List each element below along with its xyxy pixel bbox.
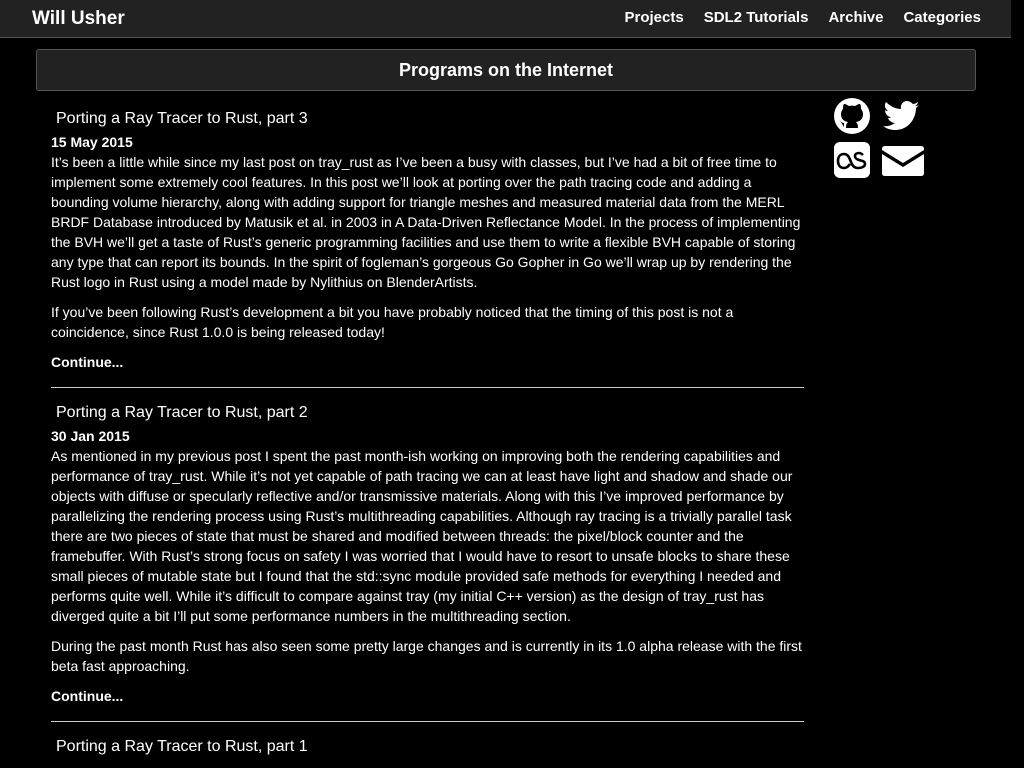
post-excerpt: As mentioned in my previous post I spent… [51, 448, 793, 624]
github-icon[interactable] [833, 97, 871, 135]
post-date: 30 Jan 2015 [51, 428, 130, 444]
post: Porting a Ray Tracer to Rust, part 2 30 … [51, 402, 804, 706]
post-excerpt: During the past month Rust has also seen… [51, 638, 802, 674]
post-date: 15 May 2015 [51, 134, 133, 150]
post: Porting a Ray Tracer to Rust, part 3 15 … [51, 108, 804, 372]
twitter-icon[interactable] [881, 97, 921, 135]
post-title[interactable]: Porting a Ray Tracer to Rust, part 1 [56, 736, 804, 758]
post-list: Porting a Ray Tracer to Rust, part 3 15 … [51, 108, 804, 758]
email-icon[interactable] [881, 141, 925, 179]
page-banner: Programs on the Internet [36, 49, 976, 91]
site-brand[interactable]: Will Usher [32, 8, 125, 30]
nav-sdl2-tutorials[interactable]: SDL2 Tutorials [704, 9, 809, 26]
post-excerpt: If you’ve been following Rust’s developm… [51, 304, 734, 340]
nav-projects[interactable]: Projects [624, 9, 683, 26]
social-links [833, 97, 933, 179]
nav-archive[interactable]: Archive [828, 9, 883, 26]
divider [51, 387, 804, 388]
post-title[interactable]: Porting a Ray Tracer to Rust, part 3 [56, 108, 804, 130]
post-title[interactable]: Porting a Ray Tracer to Rust, part 2 [56, 402, 804, 424]
nav-links: Projects SDL2 Tutorials Archive Categori… [624, 9, 981, 26]
divider [51, 721, 804, 722]
continue-link[interactable]: Continue... [51, 352, 804, 372]
nav-categories[interactable]: Categories [903, 9, 981, 26]
continue-link[interactable]: Continue... [51, 686, 804, 706]
top-navbar: Will Usher Projects SDL2 Tutorials Archi… [0, 0, 1011, 38]
post-excerpt: It’s been a little while since my last p… [51, 154, 801, 290]
lastfm-icon[interactable] [833, 141, 871, 179]
post: Porting a Ray Tracer to Rust, part 1 [51, 736, 804, 758]
